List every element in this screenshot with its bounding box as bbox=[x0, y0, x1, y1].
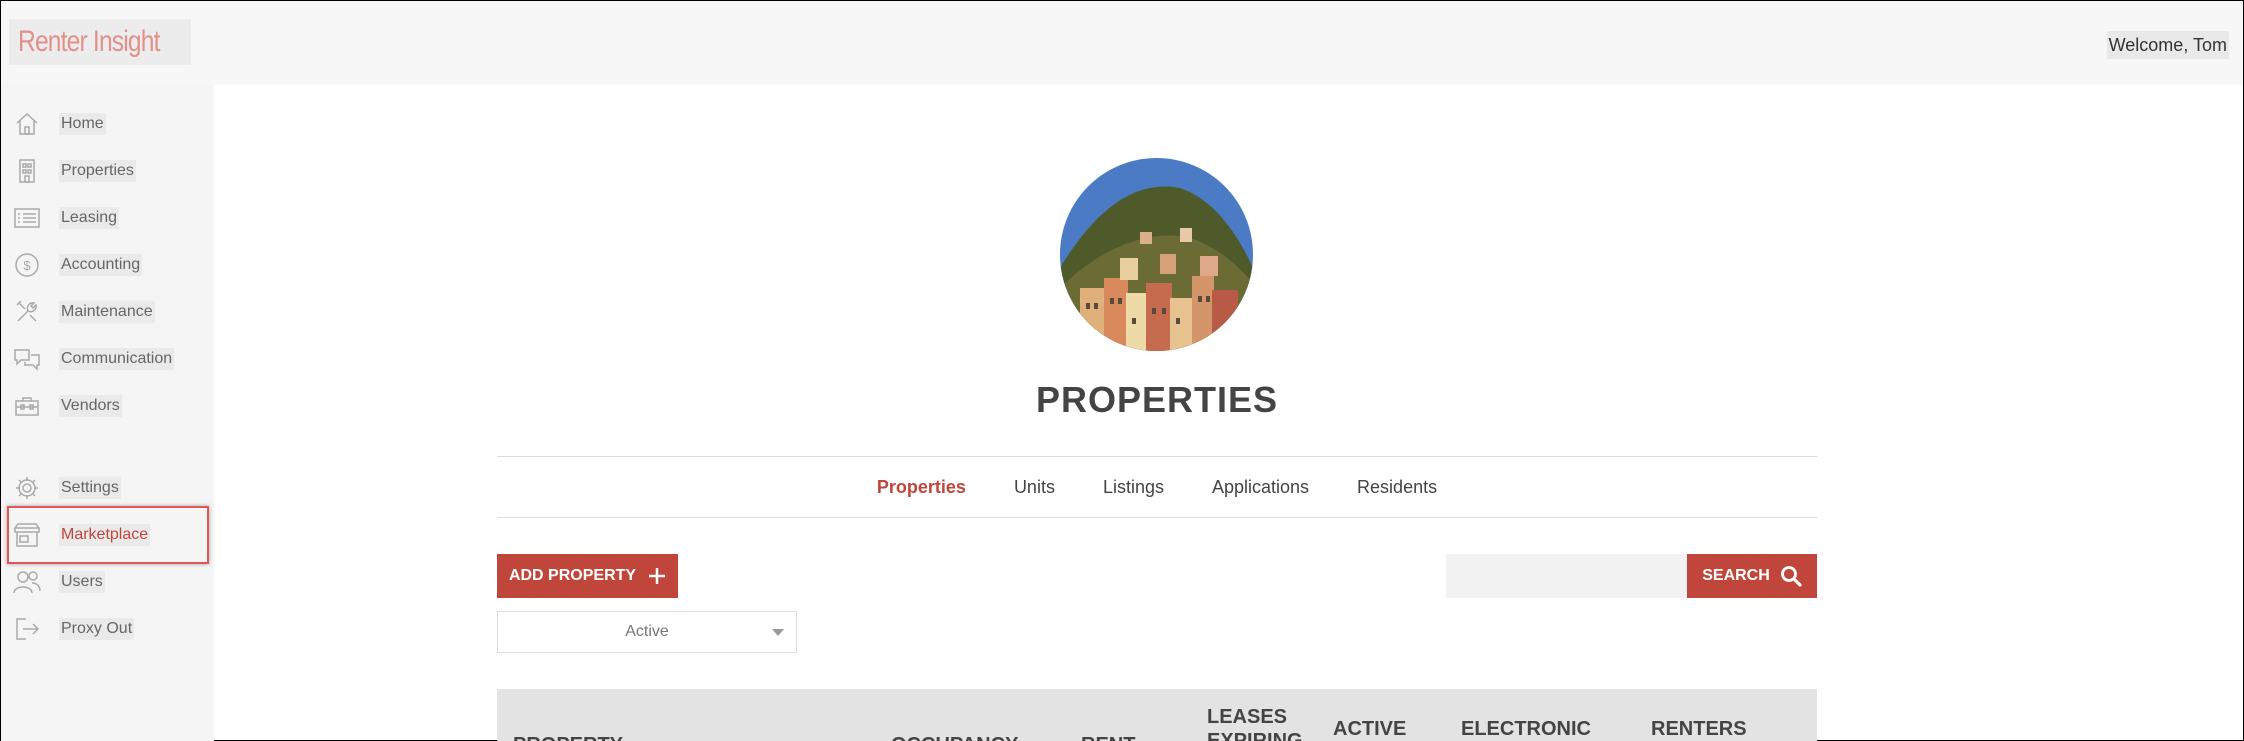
sidebar-item-label: Proxy Out bbox=[59, 618, 135, 640]
search-icon bbox=[1780, 566, 1802, 587]
properties-table-header: PROPERTY OCCUPANCY RENT LEASES EXPIRING … bbox=[497, 689, 1817, 741]
sidebar-item-proxy-out[interactable]: Proxy Out bbox=[13, 612, 203, 646]
top-bar: Renter Insight Welcome, Tom bbox=[1, 1, 2243, 85]
add-property-button[interactable]: ADD PROPERTY bbox=[497, 554, 678, 598]
column-header-electronic[interactable]: ELECTRONIC bbox=[1461, 717, 1591, 741]
section-tabs: Properties Units Listings Applications R… bbox=[497, 456, 1817, 518]
sidebar-item-label: Communication bbox=[59, 348, 175, 370]
search-input[interactable] bbox=[1446, 554, 1687, 598]
tab-properties[interactable]: Properties bbox=[877, 477, 966, 498]
sidebar-item-label: Users bbox=[59, 571, 105, 593]
list-icon bbox=[13, 204, 41, 232]
sidebar-item-label: Properties bbox=[59, 160, 136, 182]
sidebar-item-label: Leasing bbox=[59, 207, 120, 229]
tab-applications[interactable]: Applications bbox=[1212, 477, 1309, 498]
sidebar-item-maintenance[interactable]: Maintenance bbox=[13, 295, 203, 329]
column-header-occupancy[interactable]: OCCUPANCY bbox=[891, 733, 1018, 741]
sidebar-item-label: Vendors bbox=[59, 395, 122, 417]
tab-residents[interactable]: Residents bbox=[1357, 477, 1437, 498]
logo-text: Renter Insight bbox=[18, 25, 160, 58]
svg-text:$: $ bbox=[23, 258, 31, 273]
briefcase-icon bbox=[13, 392, 41, 420]
sidebar-item-label: Home bbox=[59, 113, 106, 135]
users-icon bbox=[13, 568, 41, 596]
sidebar-item-properties[interactable]: Properties bbox=[13, 154, 203, 188]
column-header-property[interactable]: PROPERTY bbox=[513, 733, 623, 741]
status-filter-value: Active bbox=[625, 623, 669, 640]
sidebar-item-vendors[interactable]: Vendors bbox=[13, 389, 203, 423]
sidebar-item-home[interactable]: Home bbox=[13, 107, 203, 141]
sidebar-item-leasing[interactable]: Leasing bbox=[13, 201, 203, 235]
dollar-icon: $ bbox=[13, 251, 41, 279]
column-header-renters[interactable]: RENTERS bbox=[1651, 717, 1747, 741]
logo[interactable]: Renter Insight bbox=[9, 19, 191, 65]
tab-units[interactable]: Units bbox=[1014, 477, 1055, 498]
property-hero-image bbox=[1060, 158, 1253, 351]
marketplace-highlight bbox=[7, 506, 209, 564]
plus-icon bbox=[649, 568, 666, 584]
building-icon bbox=[13, 157, 41, 185]
home-icon bbox=[13, 110, 41, 138]
column-header-rent[interactable]: RENT bbox=[1081, 733, 1135, 741]
sidebar: Home Properties Leasing $ Accounting Mai… bbox=[1, 85, 214, 741]
column-header-active[interactable]: ACTIVE bbox=[1333, 717, 1406, 741]
chevron-down-icon bbox=[772, 629, 784, 636]
sidebar-item-label: Accounting bbox=[59, 254, 143, 276]
column-header-leases-expiring[interactable]: LEASES EXPIRING bbox=[1207, 705, 1307, 741]
sidebar-item-label: Maintenance bbox=[59, 301, 155, 323]
sidebar-item-label: Settings bbox=[59, 477, 121, 499]
search-label: SEARCH bbox=[1702, 567, 1770, 584]
sidebar-item-settings[interactable]: Settings bbox=[13, 471, 203, 505]
chat-icon bbox=[13, 345, 41, 373]
welcome-message[interactable]: Welcome, Tom bbox=[2106, 31, 2229, 59]
logo-diamond-icon bbox=[11, 41, 13, 43]
search-button[interactable]: SEARCH bbox=[1687, 554, 1817, 598]
page-title: PROPERTIES bbox=[1035, 379, 1279, 420]
add-property-label: ADD PROPERTY bbox=[508, 567, 637, 584]
logout-icon bbox=[13, 615, 41, 643]
tab-listings[interactable]: Listings bbox=[1103, 477, 1164, 498]
tools-icon bbox=[13, 298, 41, 326]
sidebar-item-accounting[interactable]: $ Accounting bbox=[13, 248, 203, 282]
sidebar-item-users[interactable]: Users bbox=[13, 565, 203, 599]
sidebar-item-communication[interactable]: Communication bbox=[13, 342, 203, 376]
status-filter-select[interactable]: Active bbox=[497, 611, 797, 653]
gear-icon bbox=[13, 474, 41, 502]
